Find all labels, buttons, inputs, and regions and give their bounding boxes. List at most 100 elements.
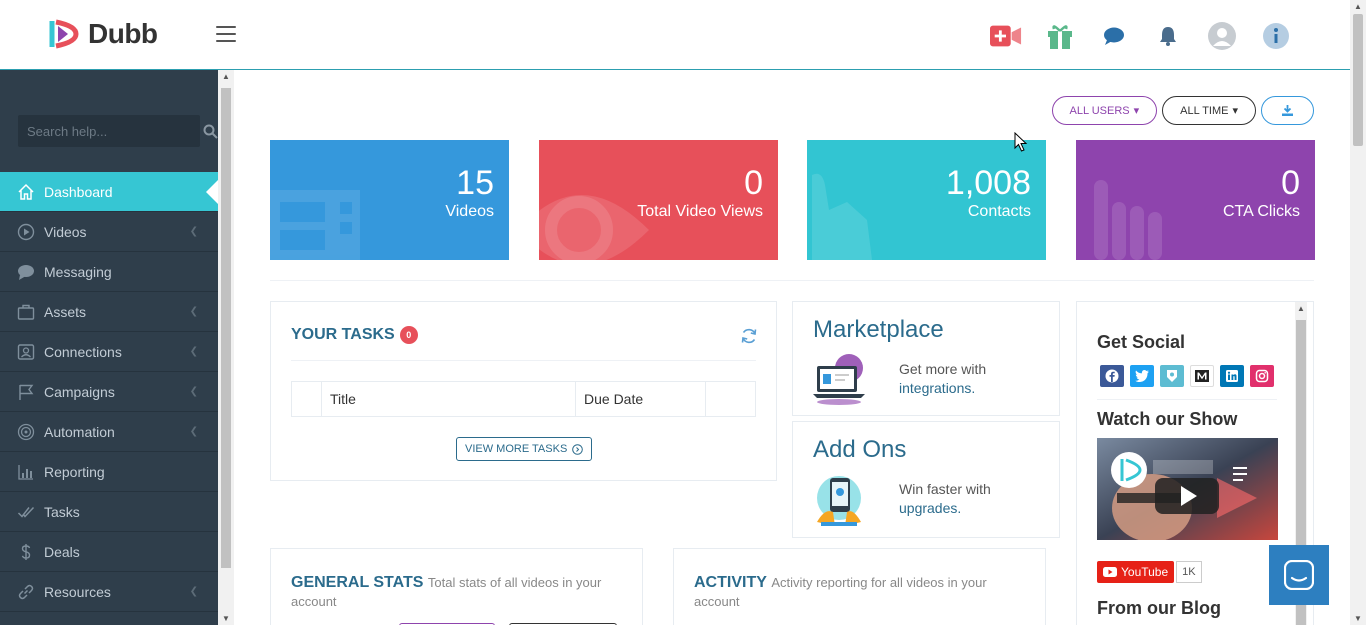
youtube-subscribe-button[interactable]: YouTube [1097,561,1175,583]
refresh-icon[interactable] [740,327,758,345]
tasks-col-due-date[interactable]: Due Date [575,381,706,417]
play-circle-icon [17,223,35,241]
show-video-thumbnail[interactable] [1097,438,1278,540]
sidebar-item-label: Dashboard [44,183,113,200]
stat-views-value: 0 [744,164,763,202]
record-video-icon[interactable] [990,20,1022,52]
marketplace-text-body: Get more with [899,361,987,377]
sidebar-item-assets[interactable]: Assets ❮ [0,292,218,332]
avatar[interactable] [1206,20,1238,52]
twitter-icon[interactable] [1130,365,1154,387]
chevron-left-icon: ❮ [189,586,198,597]
youtube-subscriber-count: 1K [1176,561,1202,583]
sidebar-item-tasks[interactable]: Tasks [0,492,218,532]
dashboard-filters: ALL USERS ▾ ALL TIME ▾ [1051,96,1314,125]
chat-icon[interactable] [1098,20,1130,52]
chevron-left-icon: ❮ [189,386,198,397]
flag-icon [17,383,35,401]
social-scroll-up-icon[interactable]: ▲ [1297,304,1305,313]
search-icon[interactable] [203,115,218,147]
linkedin-icon[interactable] [1220,365,1244,387]
all-time-dropdown[interactable]: ALL TIME ▾ [1162,96,1256,125]
general-stats-title: GENERAL STATS [291,574,424,591]
sidebar-item-reporting[interactable]: Reporting [0,452,218,492]
tasks-panel: YOUR TASKS 0 Title Due Date VIEW MORE TA… [270,301,777,481]
scroll-down-icon[interactable]: ▼ [1354,614,1362,623]
sidebar-item-label: Messaging [44,263,112,280]
youtube-subscribe: YouTube 1K [1097,561,1202,583]
sidebar-item-label: Assets [44,303,87,320]
all-time-label: ALL TIME [1180,104,1229,117]
target-icon [17,423,35,441]
stat-cta-label: CTA Clicks [1222,203,1300,220]
menu-toggle-icon[interactable] [216,26,236,42]
stat-tile-contacts[interactable]: 1,008 Contacts [807,140,1046,260]
sidebar-scrollbar-thumb[interactable] [221,88,231,568]
stat-contacts-label: Contacts [967,203,1031,220]
help-search [18,115,218,147]
sidebar-scroll-up-icon[interactable]: ▲ [222,72,230,81]
sidebar-item-deals[interactable]: Deals [0,532,218,572]
stat-tile-cta-clicks[interactable]: 0 CTA Clicks [1076,140,1315,260]
sidebar-item-connections[interactable]: Connections ❮ [0,332,218,372]
sidebar-item-automation[interactable]: Automation ❮ [0,412,218,452]
sidebar-item-messaging[interactable]: Messaging [0,252,218,292]
general-stats-panel: GENERAL STATS Total stats of all videos … [270,548,643,625]
info-icon[interactable] [1260,20,1292,52]
scroll-up-icon[interactable]: ▲ [1354,2,1362,11]
medium-icon[interactable] [1190,365,1214,387]
instagram-icon[interactable] [1250,365,1274,387]
stat-tile-videos[interactable]: 15 Videos [270,140,509,260]
gift-icon[interactable] [1044,20,1076,52]
support-chat-button[interactable] [1269,545,1329,605]
briefcase-icon [17,303,35,321]
sidebar-scroll-down-icon[interactable]: ▼ [222,614,230,623]
top-header: Dubb [0,0,1350,70]
sidebar-item-campaigns[interactable]: Campaigns ❮ [0,372,218,412]
tasks-table: Title Due Date [291,381,756,417]
marketplace-card[interactable]: Marketplace Get more with integrations. [792,301,1060,416]
arrow-circle-right-icon [572,443,584,455]
bell-icon[interactable] [1152,20,1184,52]
tasks-divider [291,360,756,361]
dubb-logo-icon [49,19,79,49]
page-scrollbar[interactable]: ▲ ▼ [1350,0,1366,625]
stat-cta-value: 0 [1281,164,1300,202]
sidebar-scrollbar[interactable]: ▲ ▼ [218,70,234,625]
tasks-col-title[interactable]: Title [321,381,576,417]
addons-illustration [817,476,861,526]
view-more-tasks-label: VIEW MORE TASKS [465,443,568,455]
sidebar-item-label: Reporting [44,463,105,480]
sidebar-item-resources[interactable]: Resources ❮ [0,572,218,612]
stat-tile-views[interactable]: 0 Total Video Views [539,140,778,260]
activity-panel: ACTIVITY Activity reporting for all vide… [673,548,1046,625]
tasks-col-select[interactable] [291,381,322,417]
page-scrollbar-thumb[interactable] [1353,14,1363,146]
all-users-dropdown[interactable]: ALL USERS ▾ [1051,96,1158,125]
facebook-icon[interactable] [1100,365,1124,387]
eye-icon [539,195,649,260]
chevron-left-icon: ❮ [189,306,198,317]
section-divider [270,280,1314,281]
chat-widget-icon [1284,560,1314,590]
integrations-link[interactable]: integrations. [899,380,975,396]
addons-card[interactable]: Add Ons Win faster with upgrades. [792,421,1060,538]
tasks-col-actions[interactable] [705,381,756,417]
hand-pointer-icon [1094,180,1162,260]
download-icon [1282,105,1293,116]
upgrades-link[interactable]: upgrades. [899,500,961,516]
help-search-input[interactable] [18,123,203,139]
chevron-down-icon: ▾ [1133,105,1140,117]
sidebar-item-label: Videos [44,223,87,240]
dubb-logo[interactable]: Dubb [48,18,158,50]
sidebar-item-dashboard[interactable]: Dashboard [0,172,218,212]
dollar-icon [17,543,35,561]
download-button[interactable] [1261,96,1314,125]
view-more-tasks-button[interactable]: VIEW MORE TASKS [456,437,593,461]
watch-show-heading: Watch our Show [1097,409,1238,429]
sidebar-item-videos[interactable]: Videos ❮ [0,212,218,252]
foursquare-icon[interactable] [1160,365,1184,387]
sidebar-item-label: Resources [44,583,111,600]
home-icon [17,183,35,201]
addons-text: Win faster with upgrades. [899,480,991,518]
